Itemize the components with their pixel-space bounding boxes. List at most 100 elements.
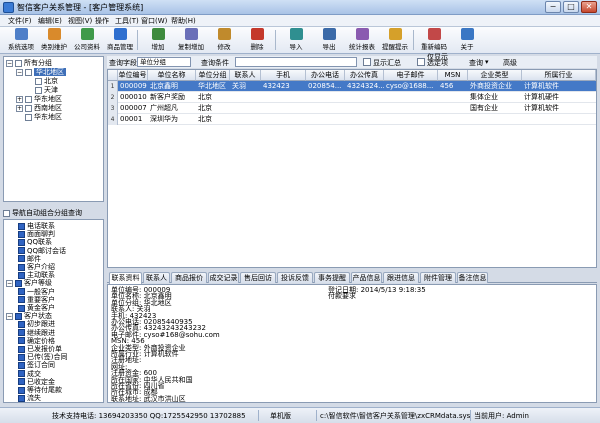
tree-root[interactable]: − 所有分组	[6, 59, 52, 67]
column-header[interactable]: 单位分组	[196, 70, 230, 81]
nav-item[interactable]: QQ联系	[18, 238, 52, 246]
tab-item[interactable]: 附件管理	[420, 272, 456, 283]
menu-file[interactable]: 文件(F)	[8, 16, 32, 26]
column-header[interactable]: 所属行业	[522, 70, 596, 81]
tab-item[interactable]: 售后回访	[240, 272, 276, 283]
add-button[interactable]: 增加	[140, 28, 176, 53]
expand-icon[interactable]: +	[16, 104, 23, 112]
nav-item[interactable]: − 客户状态	[6, 312, 52, 320]
table-row[interactable]: 1 000009 北京鑫明 华北地区 关羽 432423 020854... 4324324.…	[108, 81, 596, 92]
query-button[interactable]: 查询	[469, 58, 483, 68]
tab-item[interactable]: 产品信息	[351, 272, 382, 283]
maximize-button[interactable]: □	[563, 1, 579, 13]
nav-item[interactable]: 邮件	[18, 255, 41, 263]
column-header[interactable]: 办公传真	[345, 70, 384, 81]
menu-tools[interactable]: 工具(T)	[115, 16, 139, 26]
reminder-button[interactable]: 提醒提示	[377, 28, 413, 53]
query-cond-input[interactable]	[235, 57, 357, 67]
nav-item[interactable]: − 客户等级	[6, 279, 52, 287]
menu-window[interactable]: 窗口(W)	[141, 16, 167, 26]
tab-item[interactable]: 备注信息	[457, 272, 488, 283]
tree-node[interactable]: 天津	[35, 86, 58, 94]
nav-item[interactable]: QQ邮讨会话	[18, 247, 66, 255]
auto-group-option[interactable]: 导航自动组合分组查询	[3, 208, 104, 218]
report-button[interactable]: 统计报表	[344, 28, 380, 53]
tree-checkbox[interactable]	[25, 113, 32, 121]
column-header[interactable]: 联系人	[230, 70, 261, 81]
query-field-select[interactable]: 单位分组	[137, 57, 191, 67]
minimize-button[interactable]: −	[545, 1, 561, 13]
tab-item[interactable]: 联系人	[143, 272, 170, 283]
tree-checkbox[interactable]	[35, 86, 42, 94]
tab-item[interactable]: 跟进信息	[383, 272, 419, 283]
nav-item[interactable]: 面面聊判	[18, 230, 55, 238]
about-button[interactable]: 关于	[449, 28, 485, 53]
menu-view[interactable]: 视图(V)	[68, 16, 92, 26]
advanced-button[interactable]: 高级	[503, 58, 517, 68]
column-header[interactable]: 办公电话	[306, 70, 345, 81]
tree-checkbox[interactable]	[35, 77, 42, 85]
tree-checkbox[interactable]	[15, 59, 22, 67]
goods-button[interactable]: 商品管理	[102, 28, 138, 53]
tab-item[interactable]: 事务提醒	[314, 272, 350, 283]
nav-item[interactable]: 成交	[18, 370, 41, 378]
column-header[interactable]: 手机	[261, 70, 306, 81]
nav-item[interactable]: 签订合同	[18, 361, 55, 369]
delete-button[interactable]: 删除	[239, 28, 275, 53]
menu-operate[interactable]: 操作	[95, 16, 109, 26]
selected-only-checkbox[interactable]	[417, 58, 425, 66]
nav-item[interactable]: 初步跟进	[18, 320, 55, 328]
system-options-button[interactable]: 系统选项	[3, 28, 39, 53]
edit-button[interactable]: 修改	[206, 28, 242, 53]
category-button[interactable]: 类别维护	[36, 28, 72, 53]
close-button[interactable]: ✕	[581, 1, 597, 13]
nav-item[interactable]: 黄金客户	[18, 304, 55, 312]
menu-help[interactable]: 帮助(H)	[171, 16, 196, 26]
collapse-icon[interactable]: −	[6, 59, 13, 67]
expand-icon[interactable]: +	[16, 95, 23, 103]
column-header[interactable]: MSN	[438, 70, 468, 81]
nav-item[interactable]: 一般客户	[18, 288, 55, 296]
recode-button[interactable]: 重新编码	[416, 28, 452, 53]
nav-item[interactable]: 客户介绍	[18, 263, 55, 271]
nav-item[interactable]: 已发报价单	[18, 345, 62, 353]
tab-item[interactable]: 投诉反馈	[277, 272, 313, 283]
auto-group-checkbox[interactable]	[3, 209, 10, 217]
company-button[interactable]: 公司资料	[69, 28, 105, 53]
tree-checkbox[interactable]	[25, 68, 32, 76]
tab-item[interactable]: 联系资料	[109, 272, 142, 284]
column-header[interactable]: 企业类型	[468, 70, 522, 81]
tree-node[interactable]: 北京	[35, 77, 58, 85]
collapse-icon[interactable]: −	[16, 68, 23, 76]
tab-item[interactable]: 商品报价	[171, 272, 207, 283]
nav-item[interactable]: 确定价格	[18, 337, 55, 345]
tree-node[interactable]: − 华北地区	[16, 68, 66, 76]
summary-checkbox[interactable]	[363, 58, 371, 66]
table-row[interactable]: 4 00001 深圳华为 北京	[108, 114, 596, 125]
tree-node[interactable]: + 华东地区	[16, 95, 62, 103]
tree-node[interactable]: 华东地区	[25, 113, 62, 121]
tab-item[interactable]: 成交记录	[208, 272, 239, 283]
collapse-icon[interactable]: −	[6, 279, 13, 287]
menu-edit[interactable]: 编辑(E)	[38, 16, 62, 26]
column-header[interactable]: 电子邮件	[384, 70, 438, 81]
tree-checkbox[interactable]	[25, 95, 32, 103]
column-header[interactable]: 单位编号	[118, 70, 148, 81]
nav-item[interactable]: 已传(签)合同	[18, 353, 67, 361]
table-row[interactable]: 3 000007 广州超凡 北京 国有企业 计算机软件	[108, 103, 596, 114]
export-button[interactable]: 导出	[311, 28, 347, 53]
tree-checkbox[interactable]	[25, 104, 32, 112]
nav-item[interactable]: 等待付尾款	[18, 386, 62, 394]
import-button[interactable]: 导入	[278, 28, 314, 53]
tree-node[interactable]: + 西南地区	[16, 104, 62, 112]
nav-item[interactable]: 继续跟进	[18, 329, 55, 337]
column-header[interactable]: 单位名称	[148, 70, 196, 81]
nav-item[interactable]: 已收定金	[18, 378, 55, 386]
nav-item[interactable]: 电话联系	[18, 222, 55, 230]
copy-add-button[interactable]: 复制增加	[173, 28, 209, 53]
collapse-icon[interactable]: −	[6, 312, 13, 320]
query-dropdown-icon[interactable]: ▾	[485, 58, 489, 66]
nav-item[interactable]: 主动联系	[18, 271, 55, 279]
table-row[interactable]: 2 000010 新客户奖励 北京 集体企业 计算机硬件	[108, 92, 596, 103]
nav-item[interactable]: 重要客户	[18, 296, 55, 304]
